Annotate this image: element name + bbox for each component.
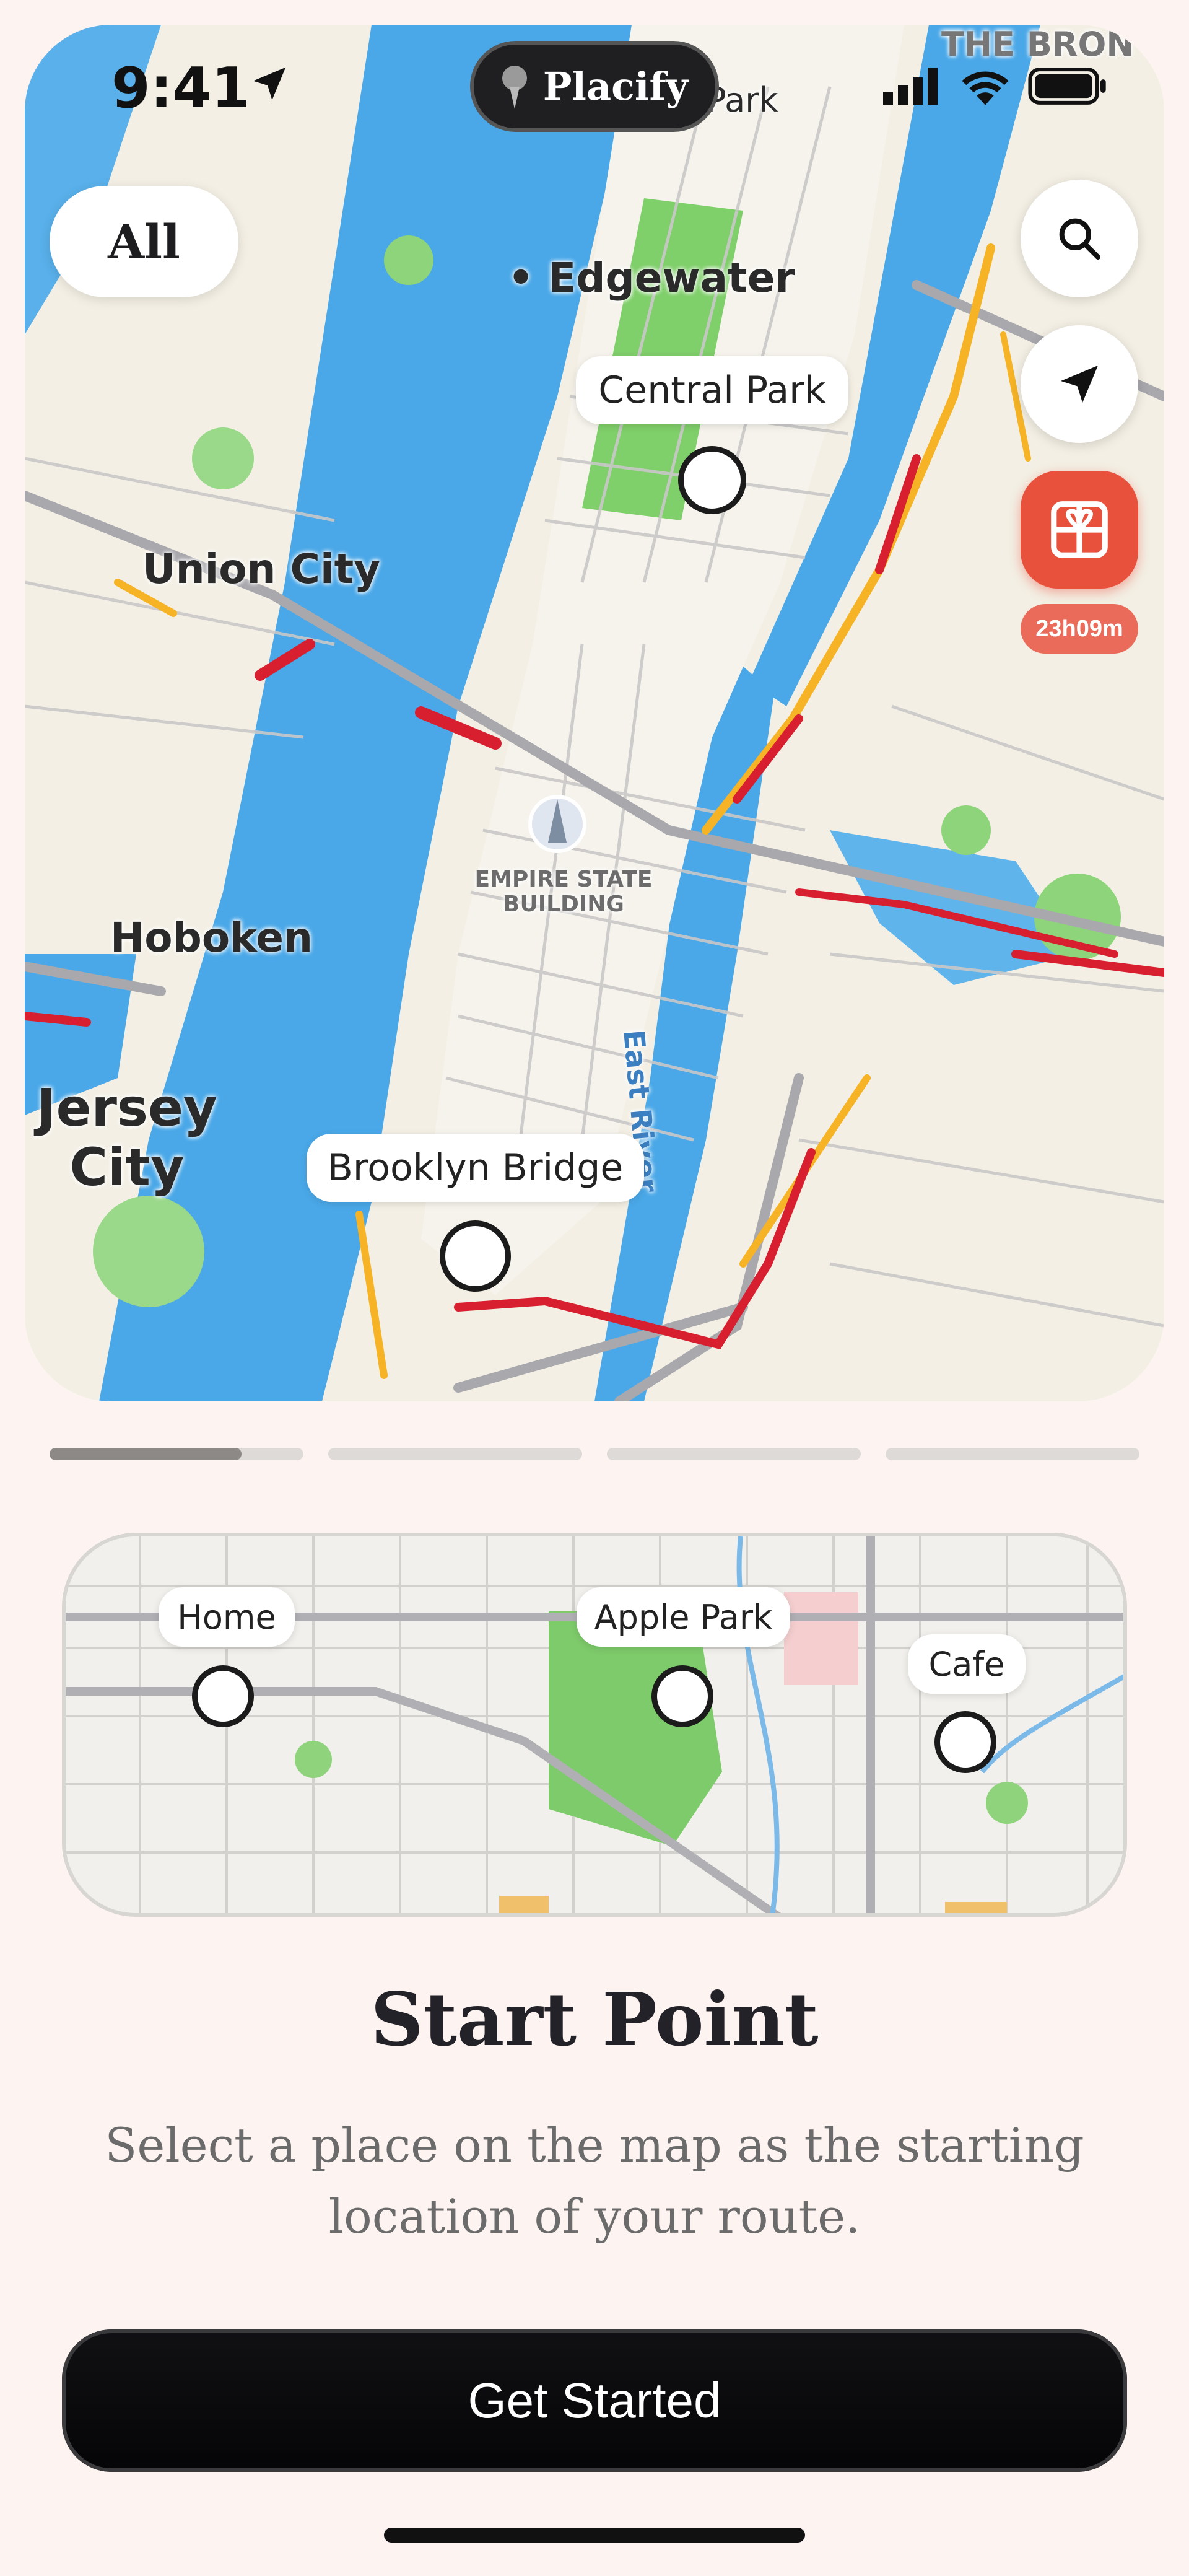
reward-timer: 23h09m xyxy=(1021,604,1138,654)
mini-marker-cafe xyxy=(934,1711,996,1773)
search-button[interactable] xyxy=(1021,180,1138,297)
wifi-icon xyxy=(962,71,1009,105)
gift-icon xyxy=(1051,501,1108,558)
home-indicator[interactable] xyxy=(384,2528,805,2543)
onboarding-title: Start Point xyxy=(370,1976,819,2062)
route-preview-map: Home Apple Park Cafe xyxy=(62,1533,1127,1917)
label-hoboken: Hoboken xyxy=(110,914,313,962)
gift-reward-button[interactable] xyxy=(1021,471,1138,589)
page-indicator-1-fill xyxy=(50,1448,242,1460)
get-started-button[interactable]: Get Started xyxy=(62,2329,1127,2472)
mini-marker-home xyxy=(192,1665,254,1727)
map-marker-brooklyn-bridge[interactable] xyxy=(440,1220,511,1292)
mini-callout-cafe: Cafe xyxy=(908,1634,1026,1694)
location-services-icon xyxy=(253,67,286,100)
mini-marker-apple-park xyxy=(651,1665,713,1727)
navigation-arrow-icon xyxy=(1061,366,1098,403)
status-time: 9:41 xyxy=(111,56,250,121)
filter-chip-all[interactable]: All xyxy=(50,186,238,297)
page-indicator-4 xyxy=(886,1448,1139,1460)
page-indicator-2 xyxy=(328,1448,582,1460)
label-bronx-partial: THE BRON xyxy=(941,25,1135,64)
cellular-signal-icon xyxy=(883,68,938,105)
map-marker-central-park[interactable] xyxy=(678,446,746,514)
label-park-partial: Park xyxy=(706,81,778,120)
system-status-icons xyxy=(883,67,1108,105)
callout-central-park[interactable]: Central Park xyxy=(576,356,848,424)
page-indicator-1 xyxy=(50,1448,303,1460)
mini-callout-home: Home xyxy=(159,1587,295,1647)
label-empire-state: EMPIRE STATE BUILDING xyxy=(474,867,653,917)
label-union-city: Union City xyxy=(142,545,381,593)
page-indicator-3 xyxy=(607,1448,861,1460)
pin-icon xyxy=(502,65,527,109)
label-edgewater: • Edgewater xyxy=(508,254,795,302)
mini-callout-apple-park: Apple Park xyxy=(577,1587,790,1647)
app-brand-pill: Placify xyxy=(474,45,715,128)
label-jersey-city: Jersey City xyxy=(37,1077,217,1198)
locate-me-button[interactable] xyxy=(1021,325,1138,443)
app-name: Placify xyxy=(542,64,689,109)
callout-brooklyn-bridge[interactable]: Brooklyn Bridge xyxy=(307,1134,644,1202)
search-icon xyxy=(1059,218,1100,260)
onboarding-description: Select a place on the map as the startin… xyxy=(105,2118,1084,2244)
label-edgewater-text: Edgewater xyxy=(548,254,795,302)
battery-icon xyxy=(1028,68,1106,105)
